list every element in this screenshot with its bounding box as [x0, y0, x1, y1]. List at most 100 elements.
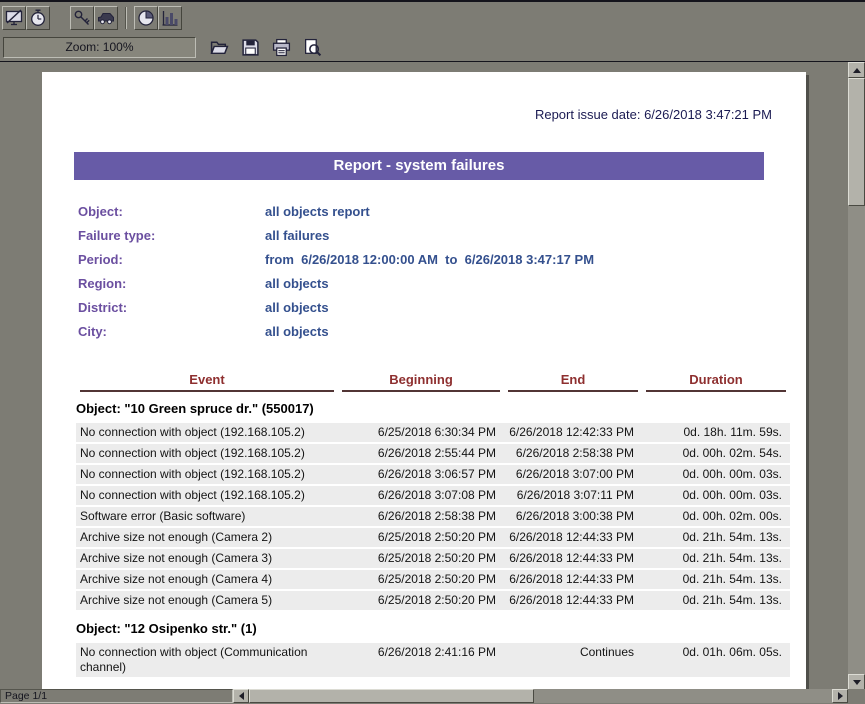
table-cell-event: Archive size not enough (Camera 3) — [76, 549, 338, 568]
table-cell-duration: 0d. 00h. 02m. 54s. — [642, 444, 790, 463]
table-row: No connection with object (192.168.105.2… — [76, 486, 790, 505]
column-header-beginning: Beginning — [342, 372, 500, 392]
table-cell-beginning: 6/25/2018 2:50:20 PM — [338, 570, 504, 589]
table-cell-beginning: 6/26/2018 2:41:16 PM — [338, 643, 504, 677]
table-cell-event: Archive size not enough (Camera 2) — [76, 528, 338, 547]
scroll-right-button[interactable] — [832, 689, 848, 703]
table-cell-event: No connection with object (192.168.105.2… — [76, 486, 338, 505]
parameter-value: all objects — [265, 276, 329, 291]
table-cell-end: 6/26/2018 12:44:33 PM — [504, 570, 642, 589]
table-cell-end: 6/26/2018 12:44:33 PM — [504, 528, 642, 547]
object-section-title: Object: "10 Green spruce dr." (550017) — [76, 392, 790, 423]
table-cell-duration: 0d. 01h. 06m. 05s. — [642, 643, 790, 677]
scroll-left-button[interactable] — [233, 689, 249, 703]
main-toolbar — [0, 2, 865, 33]
table-cell-beginning: 6/25/2018 2:50:20 PM — [338, 591, 504, 610]
table-cell-event: No connection with object (Communication… — [76, 643, 338, 677]
save-button[interactable] — [237, 35, 263, 59]
key-icon — [73, 9, 91, 27]
open-folder-icon — [210, 38, 229, 57]
table-row: Archive size not enough (Camera 2)6/25/2… — [76, 528, 790, 547]
table-cell-beginning: 6/25/2018 6:30:34 PM — [338, 423, 504, 442]
parameter-row: Region: all objects — [78, 276, 806, 300]
arrow-up-icon — [853, 68, 861, 73]
table-cell-beginning: 6/26/2018 2:55:44 PM — [338, 444, 504, 463]
car-button[interactable] — [94, 6, 118, 30]
table-row: No connection with object (192.168.105.2… — [76, 465, 790, 484]
monitor-button[interactable] — [2, 6, 26, 30]
table-cell-end: 6/26/2018 12:44:33 PM — [504, 549, 642, 568]
report-title-banner: Report - system failures — [74, 152, 764, 180]
zoom-control[interactable]: Zoom: 100% — [3, 37, 196, 58]
status-bar: Page 1/1 — [0, 689, 865, 703]
report-issue-date: Report issue date: 6/26/2018 3:47:21 PM — [42, 72, 806, 122]
monitor-icon — [5, 9, 23, 27]
timer-button[interactable] — [26, 6, 50, 30]
events-table: Event Beginning End Duration Object: "10… — [76, 372, 790, 689]
table-cell-beginning: 6/26/2018 2:58:38 PM — [338, 507, 504, 526]
parameter-row: Period: from 6/26/2018 12:00:00 AM to 6/… — [78, 252, 806, 276]
column-header-event: Event — [80, 372, 334, 392]
pie-chart-button[interactable] — [134, 6, 158, 30]
scrollbar-corner — [848, 689, 865, 703]
print-button[interactable] — [268, 35, 294, 59]
horizontal-scroll-thumb[interactable] — [249, 689, 534, 703]
key-button[interactable] — [70, 6, 94, 30]
bar-chart-button[interactable] — [158, 6, 182, 30]
print-icon — [272, 38, 291, 57]
table-cell-beginning: 6/25/2018 2:50:20 PM — [338, 549, 504, 568]
view-toolbar: Zoom: 100% — [0, 33, 865, 61]
column-header-duration: Duration — [646, 372, 786, 392]
table-row: Archive size not enough (Camera 5)6/25/2… — [76, 591, 790, 610]
vertical-scrollbar[interactable] — [848, 62, 865, 689]
parameter-label: Object: — [78, 204, 265, 219]
arrow-down-icon — [853, 680, 861, 685]
parameter-row: District: all objects — [78, 300, 806, 324]
preview-icon — [303, 38, 322, 57]
table-cell-beginning: 6/26/2018 3:06:57 PM — [338, 465, 504, 484]
table-cell-beginning: 6/25/2018 2:50:20 PM — [338, 528, 504, 547]
parameter-value: from 6/26/2018 12:00:00 AM to 6/26/2018 … — [265, 252, 594, 267]
parameter-value: all failures — [265, 228, 329, 243]
table-cell-duration: 0d. 21h. 54m. 13s. — [642, 549, 790, 568]
table-cell-end: 6/26/2018 3:07:00 PM — [504, 465, 642, 484]
vertical-scroll-thumb[interactable] — [848, 78, 865, 206]
scroll-up-button[interactable] — [848, 62, 865, 78]
page-indicator: Page 1/1 — [0, 689, 233, 703]
open-button[interactable] — [206, 35, 232, 59]
report-page: Report issue date: 6/26/2018 3:47:21 PM … — [42, 72, 806, 689]
scroll-down-button[interactable] — [848, 674, 865, 689]
table-cell-event: Archive size not enough (Camera 4) — [76, 570, 338, 589]
arrow-right-icon — [838, 692, 843, 700]
table-row: Archive size not enough (Camera 4)6/25/2… — [76, 570, 790, 589]
parameter-value: all objects report — [265, 204, 370, 219]
bar-chart-icon — [161, 9, 179, 27]
table-cell-event: No connection with object (192.168.105.2… — [76, 423, 338, 442]
table-cell-event: Software error (Basic software) — [76, 507, 338, 526]
table-cell-beginning: 6/26/2018 3:07:08 PM — [338, 486, 504, 505]
table-row: Software error (Basic software)6/26/2018… — [76, 507, 790, 526]
report-viewer-window: Zoom: 100% Report issue date: 6/26/2018 … — [0, 0, 865, 703]
view-toolbar-buttons — [206, 35, 330, 59]
table-cell-end: 6/26/2018 12:44:33 PM — [504, 591, 642, 610]
parameter-row: Object: all objects report — [78, 204, 806, 228]
table-cell-duration: 0d. 21h. 54m. 13s. — [642, 528, 790, 547]
table-row: No connection with object (192.168.105.2… — [76, 423, 790, 442]
table-cell-end: 6/26/2018 2:58:38 PM — [504, 444, 642, 463]
table-cell-end: 6/26/2018 3:00:38 PM — [504, 507, 642, 526]
table-row: No connection with object (192.168.105.2… — [76, 444, 790, 463]
table-cell-duration: 0d. 00h. 00m. 03s. — [642, 465, 790, 484]
table-row: Archive size not enough (Camera 3)6/25/2… — [76, 549, 790, 568]
parameter-label: District: — [78, 300, 265, 315]
horizontal-scrollbar[interactable] — [233, 689, 848, 703]
arrow-left-icon — [239, 692, 244, 700]
parameter-label: Failure type: — [78, 228, 265, 243]
parameter-label: Period: — [78, 252, 265, 267]
report-table-body: Object: "10 Green spruce dr." (550017)No… — [76, 392, 790, 689]
save-icon — [241, 38, 260, 57]
toolbar-separator — [125, 7, 127, 29]
parameter-label: Region: — [78, 276, 265, 291]
timer-icon — [29, 9, 47, 27]
pie-chart-icon — [137, 9, 155, 27]
preview-button[interactable] — [299, 35, 325, 59]
